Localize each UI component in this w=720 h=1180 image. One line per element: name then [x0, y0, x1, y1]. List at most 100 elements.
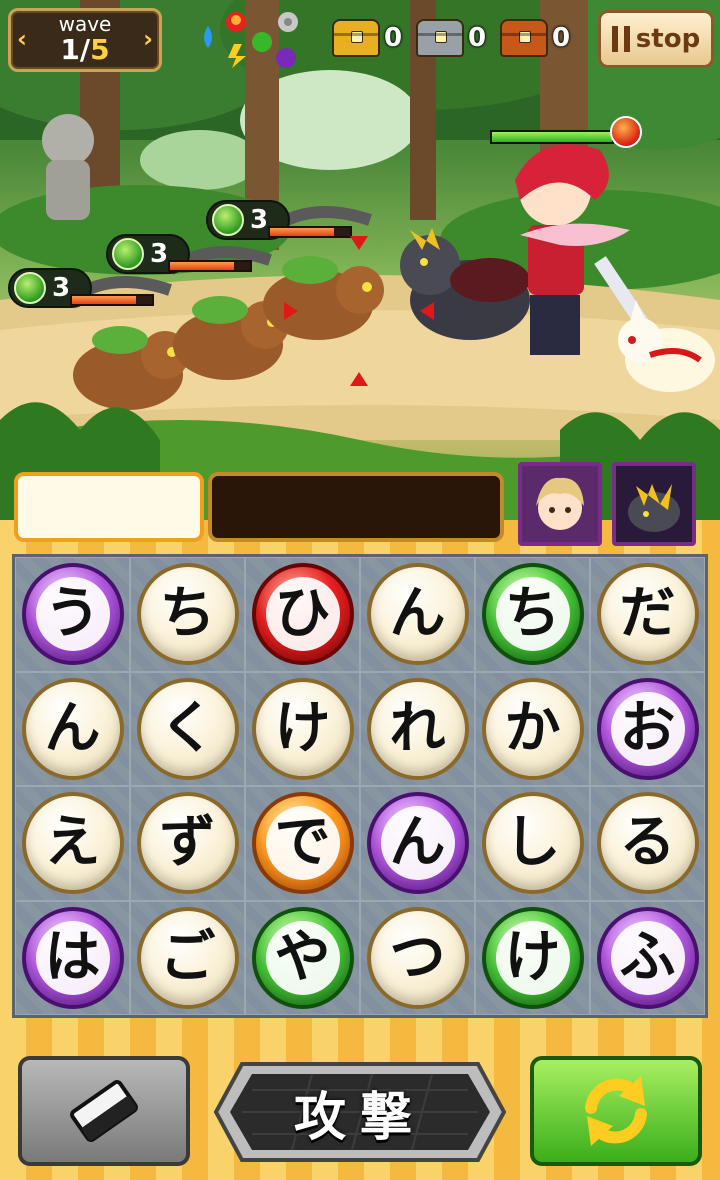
target-marker-up: [350, 372, 368, 386]
letter-tile-orange[interactable]: で: [251, 792, 354, 895]
target-marker-left: [420, 302, 434, 320]
wave-count: 1/5: [11, 35, 159, 65]
tile-character: お: [610, 691, 685, 766]
dark-wolf-portrait: [616, 466, 692, 542]
tile-character: は: [35, 920, 110, 995]
tile-character: え: [44, 810, 101, 876]
grid-cell: ち: [130, 557, 245, 672]
tile-character: く: [159, 695, 216, 761]
letter-tile-white[interactable]: く: [136, 677, 239, 780]
grid-cell: ず: [130, 786, 245, 901]
tile-character: ご: [159, 924, 216, 990]
letter-tile-grid: うちひんちだんくけれかおえずでんしるはごやつけふ: [12, 554, 708, 1018]
tile-character: う: [35, 577, 110, 652]
grid-cell: だ: [590, 557, 705, 672]
eraser-icon: [70, 1080, 138, 1142]
grid-cell: か: [475, 671, 590, 786]
tile-character: か: [504, 695, 561, 761]
tile-character: ん: [44, 695, 101, 761]
attack-button[interactable]: 攻撃: [212, 1060, 508, 1164]
letter-tile-white[interactable]: つ: [366, 906, 469, 1009]
gold-chest-icon: [332, 19, 380, 57]
grid-cell: る: [590, 786, 705, 901]
wave-separator: /: [79, 33, 91, 66]
letter-tile-white[interactable]: え: [21, 792, 124, 895]
leaf-element-icon: [14, 272, 46, 304]
party-portrait-2[interactable]: [612, 462, 696, 546]
party-portrait-1[interactable]: [518, 462, 602, 546]
tile-character: る: [619, 810, 676, 876]
letter-tile-white[interactable]: だ: [596, 563, 699, 666]
bronze-chest-count: 0: [552, 23, 571, 53]
blonde-girl-portrait: [522, 466, 598, 542]
enemy-hp-bar-2: [168, 260, 252, 272]
bronze-chest-icon: [500, 19, 548, 57]
letter-tile-white[interactable]: ん: [21, 677, 124, 780]
fire-icon: [226, 12, 246, 32]
word-input-display: [208, 472, 504, 542]
pause-icon: [611, 26, 630, 52]
tile-character: や: [265, 920, 340, 995]
stop-button[interactable]: stop: [598, 10, 714, 68]
letter-tile-white[interactable]: れ: [366, 677, 469, 780]
letter-tile-green[interactable]: や: [251, 906, 354, 1009]
grid-cell: し: [475, 786, 590, 901]
tile-character: ち: [159, 581, 216, 647]
enemy-hp-bar-3: [268, 226, 352, 238]
grid-cell: お: [590, 671, 705, 786]
grid-cell: れ: [360, 671, 475, 786]
grid-cell: く: [130, 671, 245, 786]
erase-button[interactable]: [18, 1056, 190, 1166]
grid-cell: ん: [15, 671, 130, 786]
target-marker-right: [284, 302, 298, 320]
stone-statue: [42, 114, 94, 220]
grid-cell: ふ: [590, 900, 705, 1015]
grid-cell: ひ: [245, 557, 360, 672]
tile-character: れ: [389, 695, 446, 761]
word-tab: [14, 472, 204, 542]
letter-tile-red[interactable]: ひ: [251, 563, 354, 666]
letter-tile-white[interactable]: ご: [136, 906, 239, 1009]
grid-cell: け: [475, 900, 590, 1015]
letter-tile-white[interactable]: ち: [136, 563, 239, 666]
fire-element-icon: [610, 116, 642, 148]
leaf-element-icon: [112, 238, 144, 270]
refresh-icon: [585, 1076, 647, 1146]
letter-tile-green[interactable]: け: [481, 906, 584, 1009]
letter-tile-purple[interactable]: ん: [366, 792, 469, 895]
wave-current: 1: [60, 33, 80, 66]
ally-hp-bar: [490, 130, 614, 144]
grid-cell: け: [245, 671, 360, 786]
tile-character: ち: [495, 577, 570, 652]
tile-character: ん: [380, 806, 455, 881]
letter-tile-purple[interactable]: ふ: [596, 906, 699, 1009]
letter-tile-white[interactable]: か: [481, 677, 584, 780]
lightning-icon: [228, 44, 246, 68]
enemy-level: 3: [150, 239, 169, 269]
letter-tile-purple[interactable]: う: [21, 563, 124, 666]
bronze-chest-counter: 0: [500, 18, 570, 58]
tile-character: し: [504, 810, 561, 876]
target-marker-down: [350, 236, 368, 250]
tile-character: で: [265, 806, 340, 881]
letter-tile-white[interactable]: し: [481, 792, 584, 895]
leaf-element-icon: [212, 204, 244, 236]
silver-chest-icon: [416, 19, 464, 57]
chevron-right-icon: ›: [143, 25, 153, 53]
letter-tile-purple[interactable]: は: [21, 906, 124, 1009]
refresh-button[interactable]: [530, 1056, 702, 1166]
tile-character: つ: [389, 924, 446, 990]
letter-tile-white[interactable]: け: [251, 677, 354, 780]
enemy-level: 3: [250, 205, 269, 235]
letter-tile-green[interactable]: ち: [481, 563, 584, 666]
letter-tile-white[interactable]: ず: [136, 792, 239, 895]
letter-tile-white[interactable]: ん: [366, 563, 469, 666]
attack-label: 攻撃: [293, 1087, 426, 1148]
wave-label: wave: [58, 12, 112, 36]
letter-tile-white[interactable]: る: [596, 792, 699, 895]
letter-tile-purple[interactable]: お: [596, 677, 699, 780]
grid-cell: は: [15, 900, 130, 1015]
flower-icon: [278, 12, 298, 32]
grid-cell: ん: [360, 557, 475, 672]
tile-character: だ: [619, 581, 676, 647]
